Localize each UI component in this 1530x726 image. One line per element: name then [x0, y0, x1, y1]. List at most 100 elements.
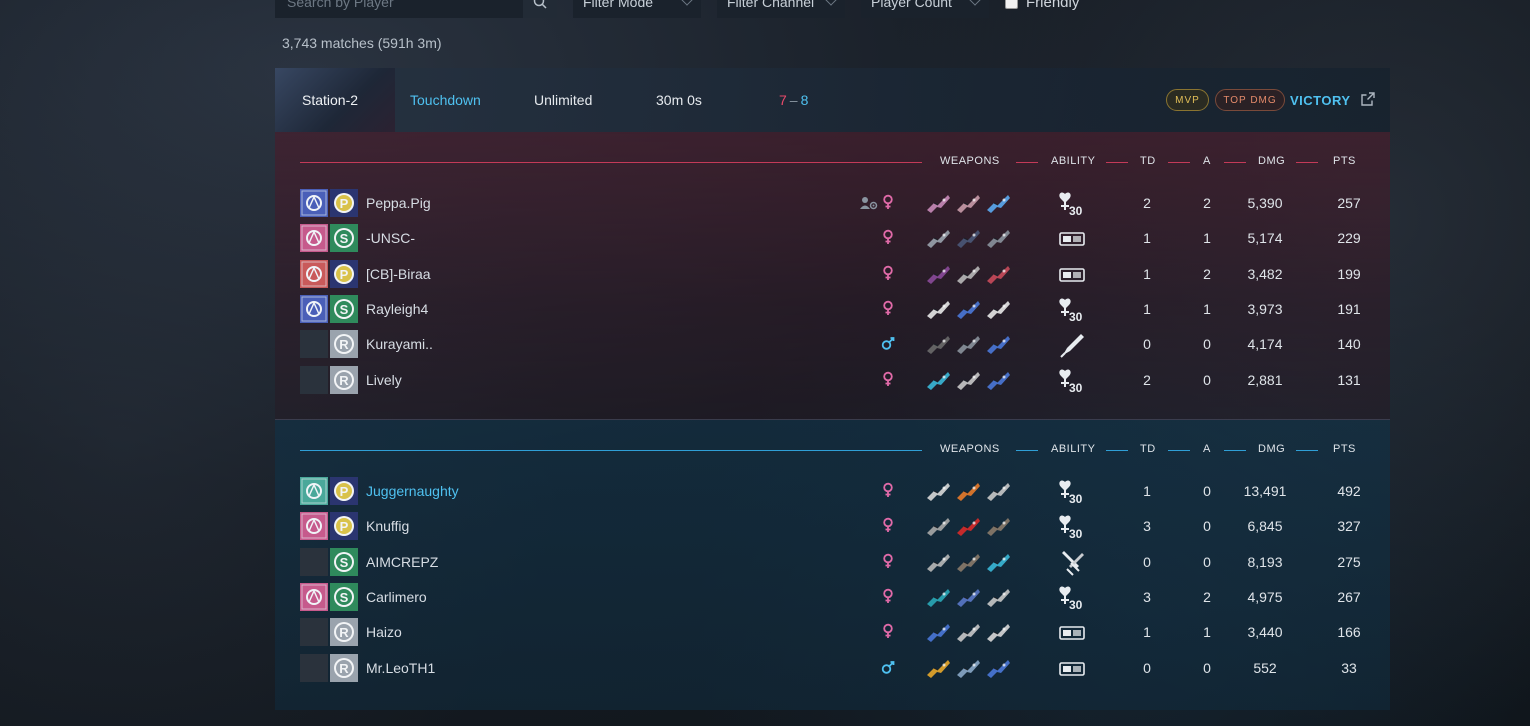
weapon-icon[interactable] [954, 190, 982, 216]
stat-dmg: 4,975 [1247, 588, 1283, 605]
player-name[interactable]: [CB]-Biraa [366, 266, 431, 282]
weapon-icon[interactable] [984, 296, 1012, 322]
stat-a: 2 [1203, 588, 1211, 605]
player-name[interactable]: Mr.LeoTH1 [366, 660, 435, 676]
divider [1106, 162, 1128, 163]
weapon-icon[interactable] [954, 584, 982, 610]
player-row[interactable]: P [CB]-Biraa 1 2 3,482 199 [300, 259, 1361, 289]
sword-ability-icon[interactable] [1057, 549, 1087, 577]
stat-dmg: 13,491 [1243, 483, 1287, 499]
weapon-icon[interactable] [984, 225, 1012, 251]
card-ability-icon[interactable] [1057, 225, 1087, 253]
weapon-icon[interactable] [924, 296, 952, 322]
svg-text:S: S [340, 555, 349, 570]
rank-badge-icon: S [330, 582, 358, 611]
search-button[interactable] [523, 0, 557, 18]
stat-pts: 267 [1337, 588, 1361, 605]
card-ability-icon[interactable] [1057, 655, 1087, 683]
friendly-toggle[interactable]: Friendly [1005, 0, 1079, 11]
weapon-icon[interactable] [984, 190, 1012, 216]
player-name[interactable]: Peppa.Pig [366, 195, 431, 211]
weapon-icon[interactable] [984, 549, 1012, 575]
weapon-icon[interactable] [984, 655, 1012, 681]
player-name[interactable]: Haizo [366, 624, 402, 640]
player-row[interactable]: R Haizo 1 1 3,440 166 [300, 617, 1361, 647]
player-row[interactable]: R Mr.LeoTH1 0 0 552 33 [300, 653, 1360, 683]
weapon-icon[interactable] [984, 619, 1012, 645]
filter-mode-select[interactable]: Filter Mode [573, 0, 701, 18]
stat-pts: 257 [1337, 195, 1361, 211]
heal-ability-icon[interactable]: 30 [1057, 513, 1087, 541]
player-row[interactable]: S AIMCREPZ 0 0 8,193 275 [300, 547, 1361, 577]
player-name[interactable]: Rayleigh4 [366, 301, 428, 317]
player-row[interactable]: S Carlimero 30 3 2 4,975 267 [300, 582, 1361, 612]
weapon-icon[interactable] [984, 367, 1012, 393]
female-icon [883, 482, 893, 497]
stat-dmg: 6,845 [1247, 518, 1283, 535]
heal-ability-icon[interactable]: 30 [1057, 584, 1087, 612]
weapon-icon[interactable] [984, 331, 1012, 357]
weapon-icon[interactable] [924, 513, 952, 539]
weapon-icon[interactable] [924, 225, 952, 251]
weapon-icon[interactable] [924, 367, 952, 393]
weapon-icon[interactable] [924, 190, 952, 216]
weapon-icon[interactable] [984, 478, 1012, 504]
divider [1224, 450, 1246, 451]
blade-ability-icon[interactable] [1057, 331, 1087, 359]
player-name[interactable]: -UNSC- [366, 230, 415, 246]
player-name[interactable]: Carlimero [366, 589, 427, 605]
weapon-icon[interactable] [954, 655, 982, 681]
heal-ability-icon[interactable]: 30 [1057, 190, 1087, 218]
weapon-icon[interactable] [924, 549, 952, 575]
weapon-icon[interactable] [954, 478, 982, 504]
player-name[interactable]: Knuffig [366, 518, 409, 534]
match-header[interactable]: Station-2 Touchdown Unlimited 30m 0s 7 –… [275, 68, 1390, 132]
player-name[interactable]: Juggernaughty [366, 483, 459, 499]
player-row[interactable]: R Lively 30 2 0 2,881 131 [300, 365, 1361, 395]
player-row[interactable]: R Kurayami.. 0 0 4,174 140 [300, 329, 1361, 359]
dmg-header: DMG [1258, 443, 1286, 455]
player-row[interactable]: S -UNSC- 1 1 5,174 229 [300, 223, 1361, 253]
svg-text:30: 30 [1069, 204, 1083, 218]
weapon-icon[interactable] [954, 619, 982, 645]
heal-ability-icon[interactable]: 30 [1057, 478, 1087, 506]
female-icon [883, 553, 893, 568]
weapon-icon[interactable] [954, 331, 982, 357]
weapon-icon[interactable] [954, 513, 982, 539]
weapon-icon[interactable] [954, 296, 982, 322]
heal-ability-icon[interactable]: 30 [1057, 367, 1087, 395]
player-name[interactable]: AIMCREPZ [366, 554, 438, 570]
card-ability-icon[interactable] [1057, 619, 1087, 647]
player-row[interactable]: P Knuffig 30 3 0 6,845 327 [300, 511, 1361, 541]
filter-channel-select[interactable]: Filter Channel [717, 0, 845, 18]
weapon-icon[interactable] [924, 478, 952, 504]
weapon-icon[interactable] [924, 261, 952, 287]
weapon-icon[interactable] [954, 549, 982, 575]
heal-ability-icon[interactable]: 30 [1057, 296, 1087, 324]
weapon-icon[interactable] [984, 261, 1012, 287]
stat-td: 1 [1143, 265, 1151, 282]
chevron-down-icon [825, 0, 837, 6]
weapon-icon[interactable] [954, 261, 982, 287]
player-row[interactable]: P Peppa.Pig 30 2 2 5,390 257 [300, 188, 1361, 218]
svg-text:R: R [339, 625, 349, 640]
friendly-checkbox[interactable] [1005, 0, 1018, 9]
female-icon [883, 194, 893, 209]
weapon-icon[interactable] [954, 367, 982, 393]
external-link-icon[interactable] [1361, 92, 1375, 106]
player-row[interactable]: P Juggernaughty 30 1 0 13,491 492 [300, 476, 1361, 506]
player-name[interactable]: Lively [366, 372, 402, 388]
weapon-icon[interactable] [924, 619, 952, 645]
weapon-icon[interactable] [954, 225, 982, 251]
player-name[interactable]: Kurayami.. [366, 336, 433, 352]
weapon-icon[interactable] [924, 584, 952, 610]
search-input[interactable] [275, 0, 523, 18]
weapon-icon[interactable] [984, 513, 1012, 539]
weapon-icon[interactable] [984, 584, 1012, 610]
player-row[interactable]: S Rayleigh4 30 1 1 3,973 191 [300, 294, 1361, 324]
player-count-select[interactable]: Player Count [861, 0, 989, 18]
weapon-icon[interactable] [924, 655, 952, 681]
stat-td: 3 [1143, 588, 1151, 605]
card-ability-icon[interactable] [1057, 261, 1087, 289]
weapon-icon[interactable] [924, 331, 952, 357]
